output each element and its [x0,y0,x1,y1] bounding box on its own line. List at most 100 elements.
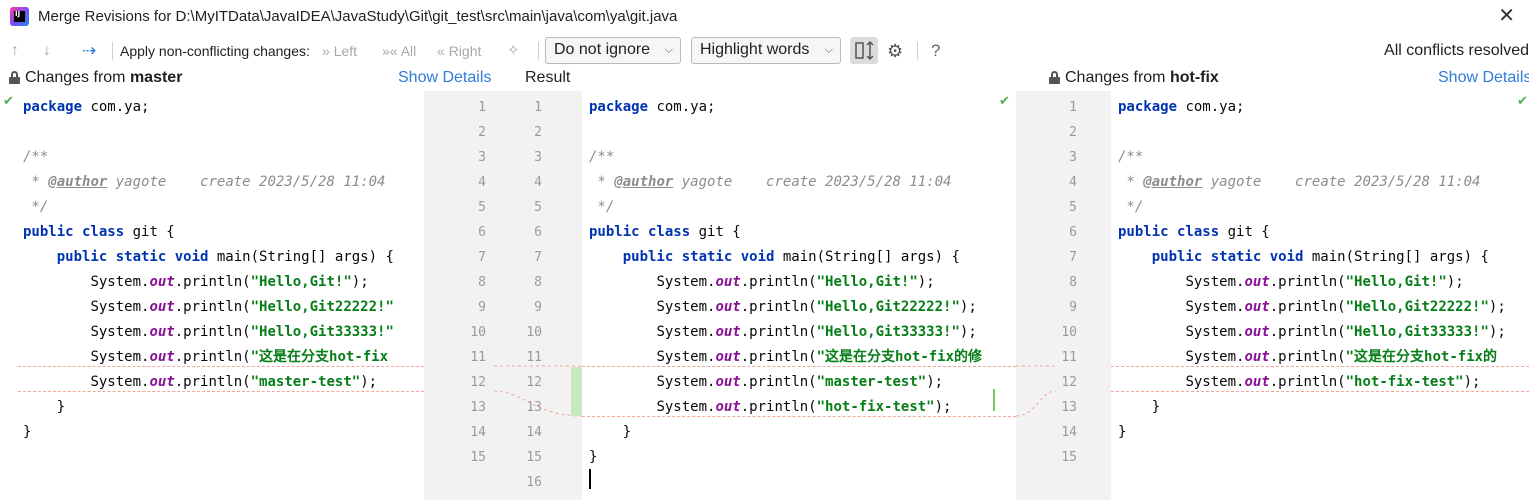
code-text: main(String[] args) { [208,249,394,265]
line-number-left: 3 [478,150,486,165]
code-text: ); [360,374,378,390]
synchronize-scrolling-button[interactable] [850,37,878,64]
code-text: ); [934,399,952,415]
code-line: public static void main(String[] args) { [589,245,960,270]
code-string: "Hello,Git22222!" [816,299,960,315]
title-bar: Merge Revisions for D:\MyITData\JavaIDEA… [0,0,1529,34]
code-field: out [715,299,741,315]
code-text: ); [351,274,369,290]
code-line: /** [1118,145,1143,170]
code-line: public static void main(String[] args) { [1118,245,1489,270]
code-field: out [149,374,175,390]
code-string: "master-test" [250,374,361,390]
line-number-result: 2 [534,125,542,140]
line-number-result: 7 [534,250,542,265]
status-text: All conflicts resolved [1384,42,1529,59]
left-pane-label: Changes from [25,69,130,86]
left-editor[interactable]: package com.ya; /** * @author yagote crea… [0,91,424,500]
code-line: /** [589,145,614,170]
code-comment: */ [1118,199,1144,215]
code-line: */ [589,195,614,220]
line-number-left: 14 [470,425,486,440]
code-text: .println( [1269,349,1346,365]
code-text: com.ya; [648,99,716,115]
apply-non-conflicting-label: Apply non-conflicting changes: [120,43,310,59]
code-text: git { [124,224,175,240]
magic-wand-icon[interactable]: ✧ [507,41,520,61]
highlight-select[interactable]: Highlight words ⌵ [691,37,841,64]
code-text: git { [690,224,741,240]
previous-conflict-icon[interactable]: ↑ [11,41,19,61]
apply-left-button[interactable]: » Left [322,43,357,59]
code-text: System. [90,324,150,340]
line-number-left: 5 [478,200,486,215]
code-string: "Hello,Git33333!" [250,324,394,340]
code-line: System.out.println("Hello,Git!"); [1118,270,1463,295]
code-field: out [1244,324,1270,340]
code-string: "Hello,Git!" [816,274,918,290]
code-line: * @author yagote create 2023/5/28 11:04 [1118,170,1480,195]
code-field: out [149,324,175,340]
change-boundary-line [18,366,424,367]
code-line: public class git { [23,220,175,245]
change-boundary-line [1111,391,1529,392]
code-keyword: package [1118,99,1178,115]
code-field: out [149,299,175,315]
whitespace-select[interactable]: Do not ignore ⌵ [545,37,681,64]
line-number-left: 2 [478,125,486,140]
close-icon[interactable]: ✕ [1498,6,1515,26]
code-text: System. [1185,374,1245,390]
resolved-check-icon: ✔ [999,93,1010,108]
code-text: git { [1219,224,1270,240]
code-keyword: package [23,99,83,115]
code-text: System. [90,374,150,390]
line-number-result: 4 [534,175,542,190]
code-field: out [1244,274,1270,290]
lock-icon [1049,71,1060,84]
line-number-left: 12 [470,375,486,390]
code-text: System. [656,324,716,340]
code-line: public class git { [589,220,741,245]
code-text: System. [90,274,150,290]
code-line: */ [23,195,48,220]
code-line: package com.ya; [589,95,715,120]
right-show-details-link[interactable]: Show Details [1438,69,1529,87]
code-text: System. [1185,349,1245,365]
line-number-right: 5 [1069,200,1077,215]
line-number-result: 3 [534,150,542,165]
code-line: } [1118,420,1126,445]
code-comment: */ [23,199,49,215]
gear-icon[interactable]: ⚙ [887,41,903,61]
toolbar-separator [917,42,918,60]
highlight-select-value: Highlight words [700,41,810,58]
apply-all-button[interactable]: »« All [382,43,416,59]
code-line: System.out.println("Hello,Git!"); [23,270,369,295]
result-editor[interactable]: package com.ya; /** * @author yagote crea… [582,91,1016,500]
left-show-details-link[interactable]: Show Details [398,69,491,87]
code-keyword: public static void [622,249,775,265]
line-number-left: 10 [470,325,486,340]
code-keyword: public class [23,224,125,240]
line-number-result: 6 [534,225,542,240]
code-text: .println( [1269,324,1346,340]
next-conflict-icon[interactable]: ↓ [43,41,51,61]
code-text: ); [959,299,977,315]
right-editor[interactable]: package com.ya; /** * @author yagote crea… [1111,91,1529,500]
line-number-left: 8 [478,275,486,290]
code-line: System.out.println("Hello,Git33333!"); [1118,320,1505,345]
line-number-right: 15 [1061,450,1077,465]
code-string: "这是在分支hot-fix [250,349,389,365]
code-line: System.out.println("Hello,Git22222!"); [1118,295,1505,320]
line-number-right: 3 [1069,150,1077,165]
apply-right-button[interactable]: « Right [437,43,481,59]
code-text: System. [656,399,716,415]
code-doc-tag: @author [48,174,108,190]
line-number-left: 1 [478,100,486,115]
code-field: out [715,324,741,340]
code-text: .println( [740,399,817,415]
resolve-automatically-icon[interactable]: ⇢ [82,41,96,61]
help-button[interactable]: ? [931,41,940,61]
resolved-check-icon: ✔ [1517,93,1528,108]
line-number-result: 8 [534,275,542,290]
line-number-result: 1 [534,100,542,115]
